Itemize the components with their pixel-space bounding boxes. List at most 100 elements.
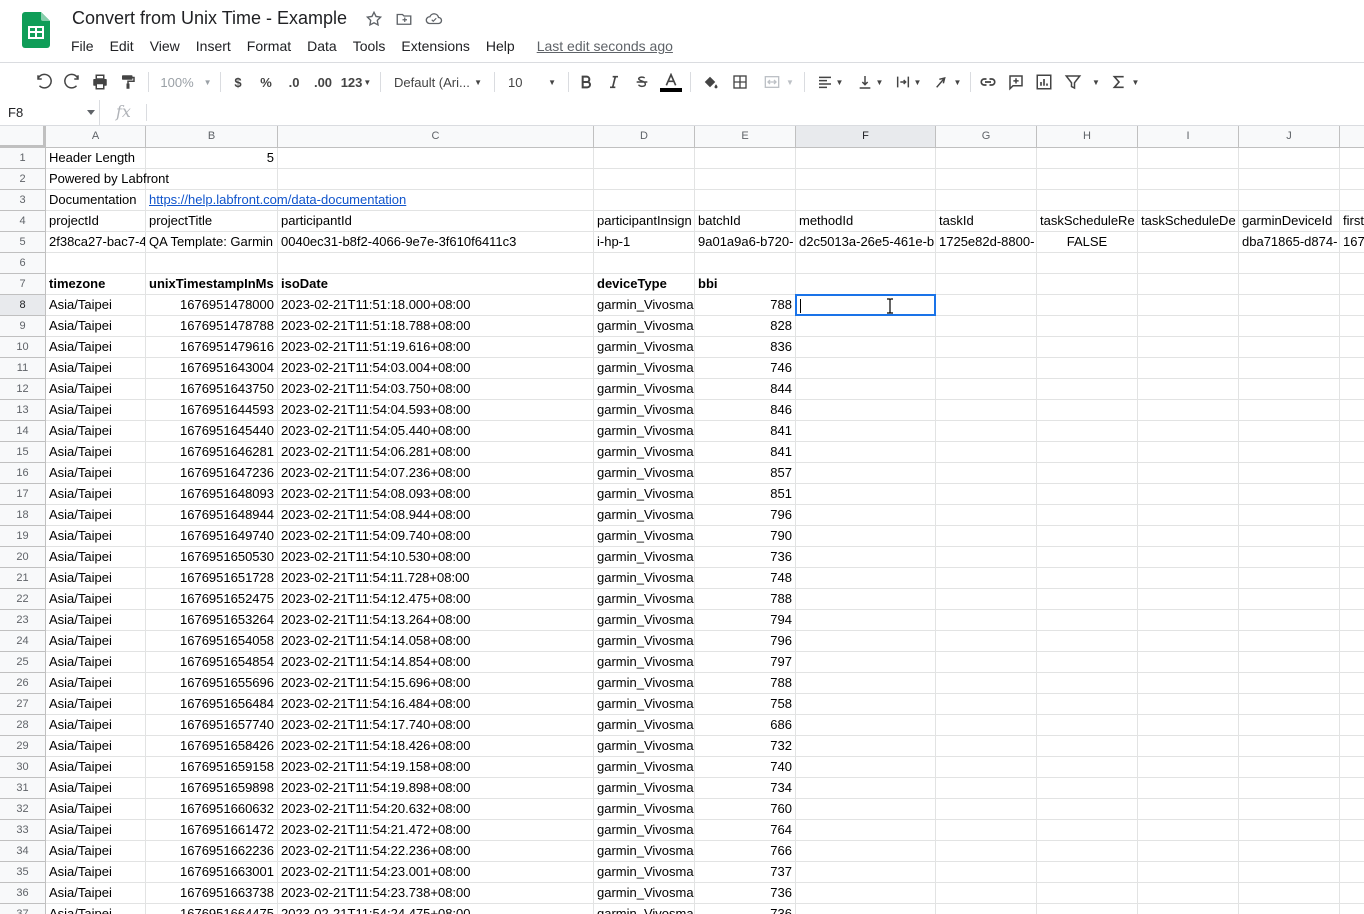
row-header-16[interactable]: 16 [0,463,46,484]
cell-b11[interactable]: 1676951643004 [146,358,278,379]
cell-h19[interactable] [1037,526,1138,547]
cell-b20[interactable]: 1676951650530 [146,547,278,568]
valign-icon[interactable]: ▼ [852,63,888,101]
cell-f9[interactable] [796,316,936,337]
borders-icon[interactable] [728,63,752,101]
cell-j36[interactable] [1239,883,1340,904]
menu-tools[interactable]: Tools [345,36,394,56]
more-formats-button[interactable]: 123 ▼ [338,63,374,101]
cell-a11[interactable]: Asia/Taipei [46,358,146,379]
cell-i3[interactable] [1138,190,1239,211]
cell-a31[interactable]: Asia/Taipei [46,778,146,799]
cell-k36[interactable] [1340,883,1364,904]
cell-f3[interactable] [796,190,936,211]
cell-j24[interactable] [1239,631,1340,652]
cell-j9[interactable] [1239,316,1340,337]
cell-h23[interactable] [1037,610,1138,631]
cell-b5[interactable]: QA Template: Garmin [146,232,278,253]
cell-k3[interactable] [1340,190,1364,211]
wrap-icon[interactable]: ▼ [890,63,926,101]
cell-g33[interactable] [936,820,1037,841]
row-header-12[interactable]: 12 [0,379,46,400]
cell-c19[interactable]: 2023-02-21T11:54:09.740+08:00 [278,526,594,547]
cell-f23[interactable] [796,610,936,631]
menu-data[interactable]: Data [299,36,345,56]
cell-f26[interactable] [796,673,936,694]
cell-h35[interactable] [1037,862,1138,883]
cell-e1[interactable] [695,148,796,169]
cell-a27[interactable]: Asia/Taipei [46,694,146,715]
cell-j14[interactable] [1239,421,1340,442]
cell-g22[interactable] [936,589,1037,610]
cell-d31[interactable]: garmin_Vivosma [594,778,695,799]
cell-j8[interactable] [1239,295,1340,316]
column-header-a[interactable]: A [46,126,146,148]
cell-c24[interactable]: 2023-02-21T11:54:14.058+08:00 [278,631,594,652]
cell-a32[interactable]: Asia/Taipei [46,799,146,820]
cell-h8[interactable] [1037,295,1138,316]
cell-i31[interactable] [1138,778,1239,799]
cell-e34[interactable]: 766 [695,841,796,862]
cell-j35[interactable] [1239,862,1340,883]
cell-d7[interactable]: deviceType [594,274,695,295]
cell-e23[interactable]: 794 [695,610,796,631]
cell-h32[interactable] [1037,799,1138,820]
merge-icon[interactable]: ▼ [758,63,798,101]
cell-d8[interactable]: garmin_Vivosma [594,295,695,316]
cell-f15[interactable] [796,442,936,463]
cell-j3[interactable] [1239,190,1340,211]
print-icon[interactable] [88,63,112,101]
cell-e31[interactable]: 734 [695,778,796,799]
cell-a7[interactable]: timezone [46,274,146,295]
cell-k14[interactable] [1340,421,1364,442]
select-all-corner[interactable] [0,126,46,148]
link-icon[interactable] [976,63,1000,101]
cell-g34[interactable] [936,841,1037,862]
cell-b13[interactable]: 1676951644593 [146,400,278,421]
cell-d27[interactable]: garmin_Vivosma [594,694,695,715]
cell-d33[interactable]: garmin_Vivosma [594,820,695,841]
cell-b23[interactable]: 1676951653264 [146,610,278,631]
cell-k5[interactable]: 167 [1340,232,1364,253]
cell-d28[interactable]: garmin_Vivosma [594,715,695,736]
cell-i23[interactable] [1138,610,1239,631]
rotate-icon[interactable]: ▼ [928,63,966,101]
cell-c13[interactable]: 2023-02-21T11:54:04.593+08:00 [278,400,594,421]
cell-b1[interactable]: 5 [146,148,278,169]
cell-i5[interactable] [1138,232,1239,253]
cell-b29[interactable]: 1676951658426 [146,736,278,757]
row-header-27[interactable]: 27 [0,694,46,715]
cell-j5[interactable]: dba71865-d874- [1239,232,1340,253]
cell-e36[interactable]: 736 [695,883,796,904]
cell-e26[interactable]: 788 [695,673,796,694]
cell-b16[interactable]: 1676951647236 [146,463,278,484]
menu-insert[interactable]: Insert [188,36,239,56]
cell-j21[interactable] [1239,568,1340,589]
cell-b19[interactable]: 1676951649740 [146,526,278,547]
cell-d37[interactable]: garmin_Vivosma [594,904,695,914]
cell-h25[interactable] [1037,652,1138,673]
cell-j7[interactable] [1239,274,1340,295]
cell-b36[interactable]: 1676951663738 [146,883,278,904]
currency-format-button[interactable]: $ [228,63,248,101]
cell-i11[interactable] [1138,358,1239,379]
cell-d32[interactable]: garmin_Vivosma [594,799,695,820]
cell-e6[interactable] [695,253,796,274]
cell-d1[interactable] [594,148,695,169]
cell-i28[interactable] [1138,715,1239,736]
cell-f28[interactable] [796,715,936,736]
cell-k19[interactable] [1340,526,1364,547]
font-family-select[interactable]: Default (Ari... ▼ [388,63,488,101]
cell-b26[interactable]: 1676951655696 [146,673,278,694]
cell-d14[interactable]: garmin_Vivosma [594,421,695,442]
cell-h7[interactable] [1037,274,1138,295]
cell-a17[interactable]: Asia/Taipei [46,484,146,505]
cell-d3[interactable] [594,190,695,211]
cell-b17[interactable]: 1676951648093 [146,484,278,505]
cell-a4[interactable]: projectId [46,211,146,232]
row-header-24[interactable]: 24 [0,631,46,652]
cell-e5[interactable]: 9a01a9a6-b720- [695,232,796,253]
cell-f32[interactable] [796,799,936,820]
cell-c34[interactable]: 2023-02-21T11:54:22.236+08:00 [278,841,594,862]
cell-b24[interactable]: 1676951654058 [146,631,278,652]
